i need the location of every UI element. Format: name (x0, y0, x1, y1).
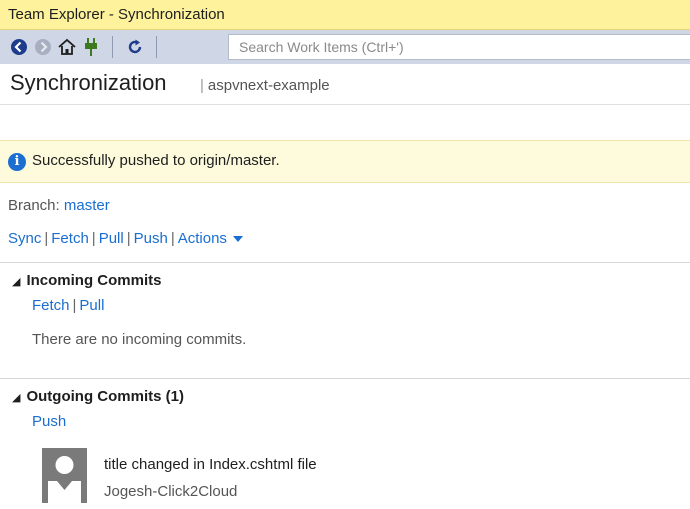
repository-name: | aspvnext-example (200, 77, 330, 94)
page-header: Synchronization | aspvnext-example (0, 64, 690, 105)
outgoing-push-link[interactable]: Push (32, 413, 66, 430)
incoming-commits-header[interactable]: ◢ Incoming Commits (12, 272, 161, 289)
collapse-triangle-icon: ◢ (12, 276, 21, 288)
incoming-empty-message: There are no incoming commits. (32, 331, 247, 348)
commit-author: Jogesh-Click2Cloud (104, 483, 238, 500)
repository-label: aspvnext-example (207, 77, 330, 94)
divider-pipe: | (44, 230, 49, 247)
refresh-icon[interactable] (124, 36, 146, 58)
forward-icon[interactable] (32, 36, 54, 58)
incoming-actions: Fetch | Pull (32, 297, 104, 314)
toolbar: Search Work Items (Ctrl+') (0, 30, 690, 64)
search-placeholder: Search Work Items (Ctrl+') (239, 39, 404, 55)
window-title-bar: Team Explorer - Synchronization (0, 0, 690, 30)
divider-pipe: | (91, 230, 96, 247)
actions-dropdown[interactable]: Actions (178, 230, 243, 247)
sync-link[interactable]: Sync (8, 230, 41, 247)
toolbar-separator (112, 36, 113, 58)
sync-actions: Sync | Fetch | Pull | Push | Actions (8, 230, 243, 247)
incoming-pull-link[interactable]: Pull (79, 297, 104, 314)
back-icon[interactable] (8, 36, 30, 58)
toolbar-separator (156, 36, 157, 58)
divider-pipe: | (126, 230, 131, 247)
search-input[interactable]: Search Work Items (Ctrl+') (228, 34, 690, 60)
section-divider (0, 262, 690, 263)
connect-icon[interactable] (80, 36, 102, 58)
actions-label: Actions (177, 230, 227, 247)
branch-link[interactable]: master (64, 197, 110, 214)
divider-pipe: | (170, 230, 175, 247)
section-divider (0, 378, 690, 379)
avatar (42, 448, 87, 503)
incoming-title: Incoming Commits (26, 272, 162, 289)
home-icon[interactable] (56, 36, 78, 58)
info-icon: i (8, 153, 26, 171)
title-separator: | (200, 77, 204, 94)
window-title: Team Explorer - Synchronization (8, 6, 225, 23)
commit-message[interactable]: title changed in Index.cshtml file (104, 456, 317, 473)
divider-pipe: | (72, 297, 77, 314)
info-message: Successfully pushed to origin/master. (32, 152, 280, 169)
push-link[interactable]: Push (134, 230, 168, 247)
outgoing-commits-header[interactable]: ◢ Outgoing Commits (1) (12, 388, 184, 405)
branch-row: Branch: master (8, 197, 110, 214)
collapse-triangle-icon: ◢ (12, 392, 21, 404)
incoming-fetch-link[interactable]: Fetch (32, 297, 70, 314)
fetch-link[interactable]: Fetch (51, 230, 89, 247)
info-bar: i Successfully pushed to origin/master. (0, 140, 690, 183)
outgoing-title: Outgoing Commits (1) (26, 388, 184, 405)
outgoing-actions: Push (32, 413, 66, 430)
page-title: Synchronization (10, 70, 167, 95)
branch-label: Branch: (8, 197, 60, 214)
chevron-down-icon (232, 236, 243, 243)
pull-link[interactable]: Pull (99, 230, 124, 247)
